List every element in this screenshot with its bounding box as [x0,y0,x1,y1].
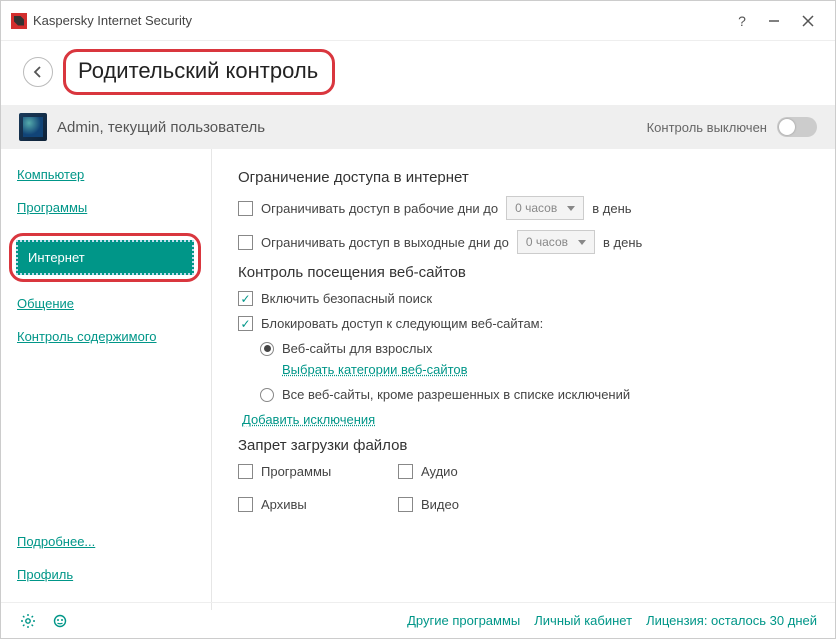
minimize-icon [768,15,780,27]
download-ban-grid: Программы Аудио Архивы Видео [238,464,815,522]
checkbox-limit-weekday[interactable] [238,201,253,216]
sidebar-profile-link[interactable]: Профиль [17,567,195,582]
page-title-highlight: Родительский контроль [63,49,335,95]
row-radio-adult: Веб-сайты для взрослых [260,341,815,356]
sidebar-active-highlight: Интернет [9,233,201,282]
row-block-sites: Блокировать доступ к следующим веб-сайта… [238,316,815,331]
label-dl-audio: Аудио [421,464,458,479]
row-dl-programs: Программы [238,464,388,479]
body: Компьютер Программы Интернет Общение Кон… [1,149,835,610]
label-dl-programs: Программы [261,464,331,479]
page-title: Родительский контроль [78,58,318,84]
label-limit-weekday: Ограничивать доступ в рабочие дни до [261,201,498,216]
label-per-day-1: в день [592,201,631,216]
user-label: Admin, текущий пользователь [57,119,647,136]
section-web-control-title: Контроль посещения веб-сайтов [238,264,815,281]
checkbox-dl-audio[interactable] [398,464,413,479]
checkbox-dl-programs[interactable] [238,464,253,479]
label-radio-adult: Веб-сайты для взрослых [282,341,432,356]
section-internet-limit-title: Ограничение доступа в интернет [238,169,815,186]
row-dl-archives: Архивы [238,497,388,512]
support-icon[interactable] [51,612,69,630]
gear-icon[interactable] [19,612,37,630]
label-dl-archives: Архивы [261,497,307,512]
app-title: Kaspersky Internet Security [33,13,727,28]
row-limit-weekend: Ограничивать доступ в выходные дни до 0 … [238,230,815,254]
app-icon [11,13,27,29]
row-exclusions-link: Добавить исключения [242,412,815,427]
section-download-ban-title: Запрет загрузки файлов [238,437,815,454]
arrow-left-icon [31,65,45,79]
row-safe-search: Включить безопасный поиск [238,291,815,306]
label-per-day-2: в день [603,235,642,250]
title-bar: Kaspersky Internet Security ? [1,1,835,41]
dropdown-weekday-hours[interactable]: 0 часов [506,196,584,220]
label-limit-weekend: Ограничивать доступ в выходные дни до [261,235,509,250]
checkbox-dl-video[interactable] [398,497,413,512]
sidebar-item-chat[interactable]: Общение [17,296,195,311]
footer: Другие программы Личный кабинет Лицензия… [1,602,835,638]
footer-cabinet[interactable]: Личный кабинет [534,613,632,628]
control-toggle[interactable] [777,117,817,137]
row-dl-audio: Аудио [398,464,548,479]
link-add-exclusions[interactable]: Добавить исключения [242,412,375,427]
checkbox-limit-weekend[interactable] [238,235,253,250]
radio-all-sites[interactable] [260,388,274,402]
help-button[interactable]: ? [727,5,757,37]
row-radio-all: Все веб-сайты, кроме разрешенных в списк… [260,387,815,402]
toggle-label: Контроль выключен [647,120,767,135]
back-button[interactable] [23,57,53,87]
label-dl-video: Видео [421,497,459,512]
checkbox-block-sites[interactable] [238,316,253,331]
sidebar-item-programs[interactable]: Программы [17,200,195,215]
label-safe-search: Включить безопасный поиск [261,291,432,306]
footer-license[interactable]: Лицензия: осталось 30 дней [646,613,817,628]
row-limit-weekday: Ограничивать доступ в рабочие дни до 0 ч… [238,196,815,220]
sidebar-more-link[interactable]: Подробнее... [17,534,195,549]
radio-adult-sites[interactable] [260,342,274,356]
checkbox-safe-search[interactable] [238,291,253,306]
page-header: Родительский контроль [1,41,835,105]
user-row: Admin, текущий пользователь Контроль вык… [1,105,835,149]
link-select-categories[interactable]: Выбрать категории веб-сайтов [282,362,468,377]
footer-other-programs[interactable]: Другие программы [407,613,520,628]
sidebar-item-content[interactable]: Контроль содержимого [17,329,195,344]
avatar [19,113,47,141]
content: Ограничение доступа в интернет Ограничив… [211,149,835,610]
minimize-button[interactable] [757,5,791,37]
label-radio-all: Все веб-сайты, кроме разрешенных в списк… [282,387,630,402]
label-block-sites: Блокировать доступ к следующим веб-сайта… [261,316,543,331]
checkbox-dl-archives[interactable] [238,497,253,512]
close-button[interactable] [791,5,825,37]
dropdown-weekend-hours[interactable]: 0 часов [517,230,595,254]
control-toggle-wrap: Контроль выключен [647,117,817,137]
sidebar-item-internet[interactable]: Интернет [16,240,194,275]
row-dl-video: Видео [398,497,548,512]
sidebar: Компьютер Программы Интернет Общение Кон… [1,149,211,610]
row-categories-link: Выбрать категории веб-сайтов [282,362,815,377]
sidebar-item-computer[interactable]: Компьютер [17,167,195,182]
close-icon [802,15,814,27]
